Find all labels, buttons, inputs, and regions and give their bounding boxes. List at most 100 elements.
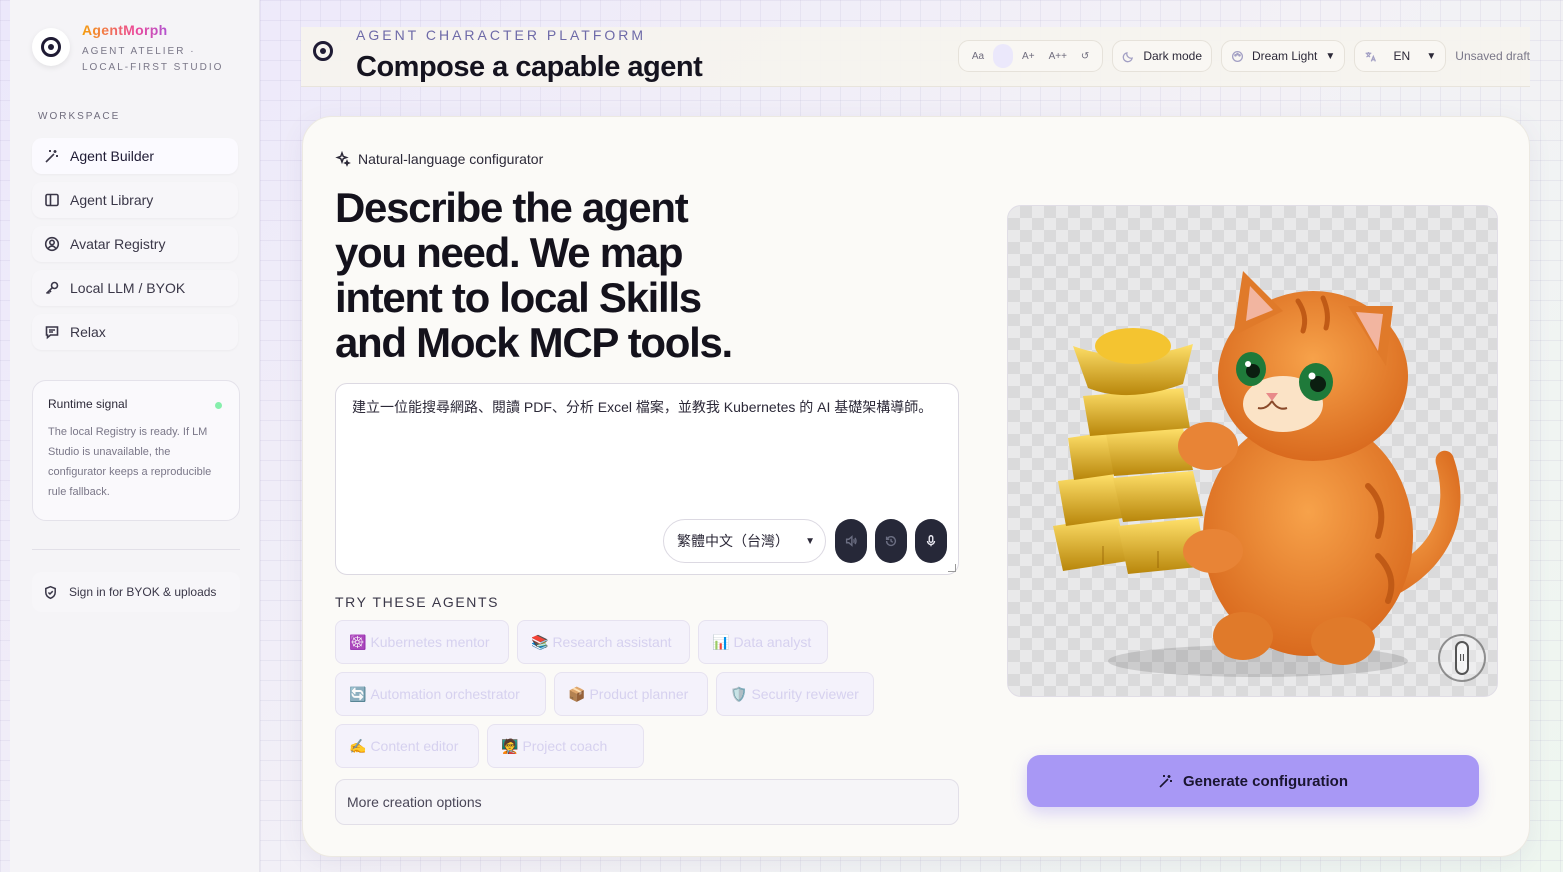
preset-chip-security-reviewer[interactable]: 🛡️ Security reviewer xyxy=(716,672,874,716)
prompt-language-select[interactable]: 繁體中文（台灣） ▼ xyxy=(663,519,826,563)
preset-label: Content editor xyxy=(370,738,459,754)
preset-chip-kubernetes-mentor[interactable]: ☸️ Kubernetes mentor xyxy=(335,620,509,664)
theme-value: Dream Light xyxy=(1252,49,1318,63)
drag-handle-icon: II xyxy=(1455,641,1469,675)
sidebar: AgentMorph AGENT ATELIER · LOCAL-FIRST S… xyxy=(10,0,260,872)
sidebar-item-avatar-registry[interactable]: Avatar Registry xyxy=(32,226,238,262)
font-size-control: Aa A+ A++ ↺ xyxy=(957,40,1104,72)
preset-emoji: 🛡️ xyxy=(730,685,748,702)
brand-logo-icon xyxy=(32,28,70,66)
status-dot xyxy=(215,402,222,409)
try-agents-label: TRY THESE AGENTS xyxy=(335,594,500,610)
preset-label: Security reviewer xyxy=(751,686,859,702)
signin-button[interactable]: Sign in for BYOK & uploads xyxy=(32,572,240,612)
sidebar-item-label: Agent Library xyxy=(70,192,154,208)
configurator-text: Natural-language configurator xyxy=(358,151,544,167)
preset-label: Research assistant xyxy=(552,634,672,650)
preset-label: Project coach xyxy=(522,738,608,754)
main-card: Natural-language configurator Describe t… xyxy=(302,116,1530,857)
preset-label: Kubernetes mentor xyxy=(370,634,490,650)
prompt-value[interactable]: 建立一位能搜尋網路、閱讀 PDF、分析 Excel 檔案，並教我 Kuberne… xyxy=(352,396,942,419)
font-size-largest-button[interactable]: A++ xyxy=(1042,51,1074,62)
microphone-button[interactable] xyxy=(915,519,947,563)
cat-with-gold-avatar-image xyxy=(1053,271,1461,677)
book-icon xyxy=(43,191,61,209)
shield-icon xyxy=(45,585,56,599)
user-circle-icon xyxy=(43,235,61,253)
brand-tagline: AGENT ATELIER · LOCAL-FIRST STUDIO xyxy=(82,46,224,73)
configurator-label: Natural-language configurator xyxy=(335,151,543,167)
magic-wand-icon xyxy=(1159,775,1172,788)
sidebar-item-label: Local LLM / BYOK xyxy=(70,280,186,296)
more-creation-options[interactable]: More creation options xyxy=(335,779,959,825)
signin-label: Sign in for BYOK & uploads xyxy=(69,585,217,599)
preset-chip-research-assistant[interactable]: 📚 Research assistant xyxy=(517,620,690,664)
header-logo-icon xyxy=(313,41,333,61)
sidebar-item-label: Relax xyxy=(70,324,106,340)
page-title: Compose a capable agent xyxy=(356,51,703,83)
runtime-signal-card: Runtime signal The local Registry is rea… xyxy=(32,380,240,521)
speak-button[interactable] xyxy=(835,519,867,563)
dark-mode-label: Dark mode xyxy=(1143,49,1202,63)
history-button[interactable] xyxy=(875,519,907,563)
font-size-default-button[interactable]: Aa xyxy=(965,51,991,62)
chevron-down-icon: ▼ xyxy=(805,535,815,547)
sidebar-item-agent-library[interactable]: Agent Library xyxy=(32,182,238,218)
preset-emoji: 📚 xyxy=(531,633,549,650)
speaker-icon xyxy=(845,535,857,547)
runtime-signal-text: The local Registry is ready. If LM Studi… xyxy=(48,426,212,498)
hero-headline: Describe the agent you need. We map inte… xyxy=(335,184,733,366)
avatar-preview: II xyxy=(1007,205,1498,697)
draft-status: Unsaved draft xyxy=(1455,49,1530,63)
workspace-label: WORKSPACE xyxy=(38,111,121,122)
generate-label: Generate configuration xyxy=(1182,772,1349,790)
sidebar-item-agent-builder[interactable]: Agent Builder xyxy=(32,138,238,174)
chevron-down-icon: ▼ xyxy=(1426,50,1437,62)
compare-slider-handle[interactable]: II xyxy=(1438,634,1486,682)
sidebar-item-relax[interactable]: Relax xyxy=(32,314,238,350)
preset-label: Product planner xyxy=(589,686,689,702)
microphone-icon xyxy=(926,535,936,547)
prompt-language-value: 繁體中文（台灣） xyxy=(677,533,789,549)
preset-chip-product-planner[interactable]: 📦 Product planner xyxy=(554,672,708,716)
preset-chip-automation-orchestrator[interactable]: 🔄 Automation orchestrator xyxy=(335,672,546,716)
language-value: EN xyxy=(1393,49,1411,63)
header-controls: Aa A+ A++ ↺ Dark mode Dream Light ▼ EN ▼… xyxy=(957,40,1530,72)
resize-handle[interactable] xyxy=(948,564,956,572)
prompt-textarea[interactable]: 建立一位能搜尋網路、閱讀 PDF、分析 Excel 檔案，並教我 Kuberne… xyxy=(335,383,959,575)
translate-icon xyxy=(1365,51,1377,62)
sparkles-icon xyxy=(335,151,351,167)
preset-emoji: ✍️ xyxy=(349,737,367,754)
language-select[interactable]: EN ▼ xyxy=(1354,40,1447,72)
sidebar-divider xyxy=(32,549,240,550)
sidebar-nav: Agent Builder Agent Library Avatar Regis… xyxy=(32,138,238,358)
preset-label: Data analyst xyxy=(733,634,812,650)
sidebar-item-label: Avatar Registry xyxy=(70,236,166,252)
page-eyebrow: AGENT CHARACTER PLATFORM xyxy=(356,27,647,43)
preset-chip-content-editor[interactable]: ✍️ Content editor xyxy=(335,724,479,768)
sidebar-item-label: Agent Builder xyxy=(70,148,155,164)
preset-emoji: 🧑‍🏫 xyxy=(501,737,519,754)
sidebar-item-local-llm[interactable]: Local LLM / BYOK xyxy=(32,270,238,306)
font-size-knob[interactable] xyxy=(993,44,1014,68)
preset-chip-project-coach[interactable]: 🧑‍🏫 Project coach xyxy=(487,724,644,768)
key-icon xyxy=(43,279,61,297)
preset-emoji: ☸️ xyxy=(349,633,367,650)
preset-emoji: 🔄 xyxy=(349,685,367,702)
dark-mode-toggle[interactable]: Dark mode xyxy=(1112,40,1212,72)
moon-icon xyxy=(1123,51,1134,62)
runtime-signal-title: Runtime signal xyxy=(48,397,128,411)
history-icon xyxy=(885,535,897,547)
chevron-down-icon: ▼ xyxy=(1325,50,1336,62)
chat-icon xyxy=(43,323,61,341)
preset-label: Automation orchestrator xyxy=(370,686,520,702)
more-options-label: More creation options xyxy=(347,794,482,810)
preset-chip-data-analyst[interactable]: 📊 Data analyst xyxy=(698,620,828,664)
theme-select[interactable]: Dream Light ▼ xyxy=(1221,40,1346,72)
palette-icon xyxy=(1231,50,1244,62)
font-size-reset-button[interactable]: ↺ xyxy=(1074,51,1096,62)
magic-wand-icon xyxy=(43,147,61,165)
generate-configuration-button[interactable]: Generate configuration xyxy=(1027,755,1479,807)
top-header: AGENT CHARACTER PLATFORM Compose a capab… xyxy=(301,27,1530,87)
font-size-larger-button[interactable]: A+ xyxy=(1015,51,1042,62)
